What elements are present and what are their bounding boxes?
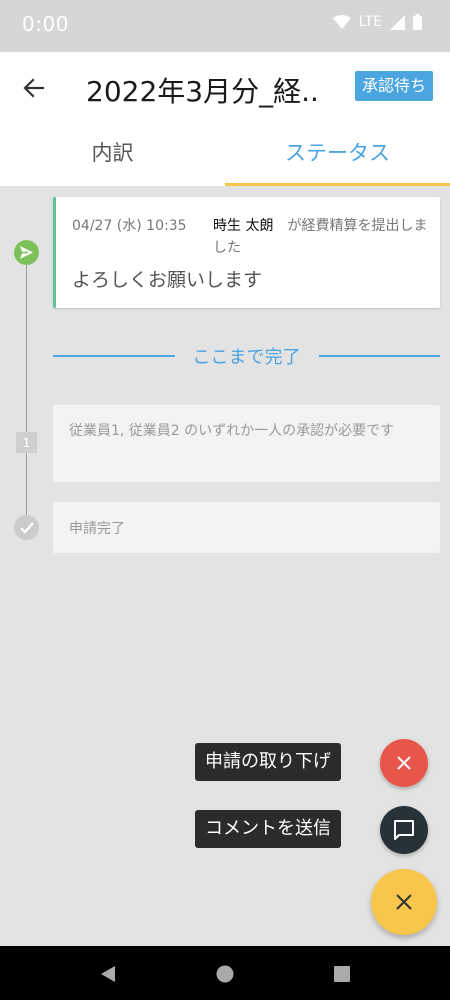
timeline-connector: [26, 453, 27, 515]
status-bar: 0:00 LTE: [0, 0, 450, 52]
wifi-icon: [332, 15, 351, 29]
pending-step-text: 従業員1, 従業員2 のいずれか一人の承認が必要です: [69, 423, 395, 439]
tab-status[interactable]: ステータス: [225, 124, 450, 186]
nav-back-button[interactable]: [94, 960, 122, 988]
close-icon: [397, 756, 411, 770]
entry-timestamp: 04/27 (水) 10:35: [72, 218, 187, 234]
send-comment-label[interactable]: コメントを送信: [195, 810, 341, 848]
timeline-entry-complete: 申請完了: [53, 502, 440, 553]
fab-menu-toggle-button[interactable]: [371, 869, 437, 935]
timeline-connector: [26, 264, 27, 432]
entry-comment: よろしくお願いします: [72, 269, 263, 291]
nav-home-button[interactable]: [211, 960, 239, 988]
square-recents-icon: [334, 966, 350, 982]
back-button[interactable]: [14, 68, 54, 108]
withdraw-button[interactable]: [380, 739, 428, 787]
timeline-entry-submitted: 04/27 (水) 10:35 時生 太朗 が経費精算を提出しました よろしくお願…: [53, 197, 440, 308]
send-comment-button[interactable]: [380, 806, 428, 854]
withdraw-label[interactable]: 申請の取り下げ: [195, 743, 341, 781]
check-circle-icon: [14, 515, 39, 540]
page-title: 2022年3月分_経..: [86, 75, 319, 108]
system-nav-bar: [0, 946, 450, 1000]
completed-divider: ここまで完了: [53, 340, 440, 372]
divider-line: [53, 355, 175, 357]
tab-breakdown[interactable]: 内訳: [0, 124, 225, 186]
signal-icon: [390, 14, 405, 30]
app-bar: 2022年3月分_経.. 承認待ち: [0, 52, 450, 124]
divider-line: [318, 355, 440, 357]
nav-recents-button[interactable]: [328, 960, 356, 988]
entry-user: 時生 太朗: [213, 218, 274, 234]
complete-step-text: 申請完了: [69, 521, 125, 537]
network-type: LTE: [358, 14, 382, 30]
comment-icon: [394, 820, 414, 840]
divider-label: ここまで完了: [192, 347, 301, 368]
status-icons: LTE: [332, 14, 422, 30]
battery-icon: [413, 14, 422, 30]
timeline-entry-pending: 従業員1, 従業員2 のいずれか一人の承認が必要です: [53, 405, 440, 482]
send-icon: [14, 240, 39, 265]
entry-action: 時生 太朗 が経費精算を提出しました: [213, 215, 431, 259]
status-badge: 承認待ち: [355, 71, 434, 101]
step-number-badge: 1: [16, 432, 37, 453]
triangle-back-icon: [101, 966, 115, 982]
tab-bar: 内訳 ステータス: [0, 124, 450, 186]
status-time: 0:00: [22, 12, 69, 36]
close-icon: [396, 894, 412, 910]
arrow-left-icon: [23, 78, 45, 98]
circle-home-icon: [216, 965, 234, 983]
